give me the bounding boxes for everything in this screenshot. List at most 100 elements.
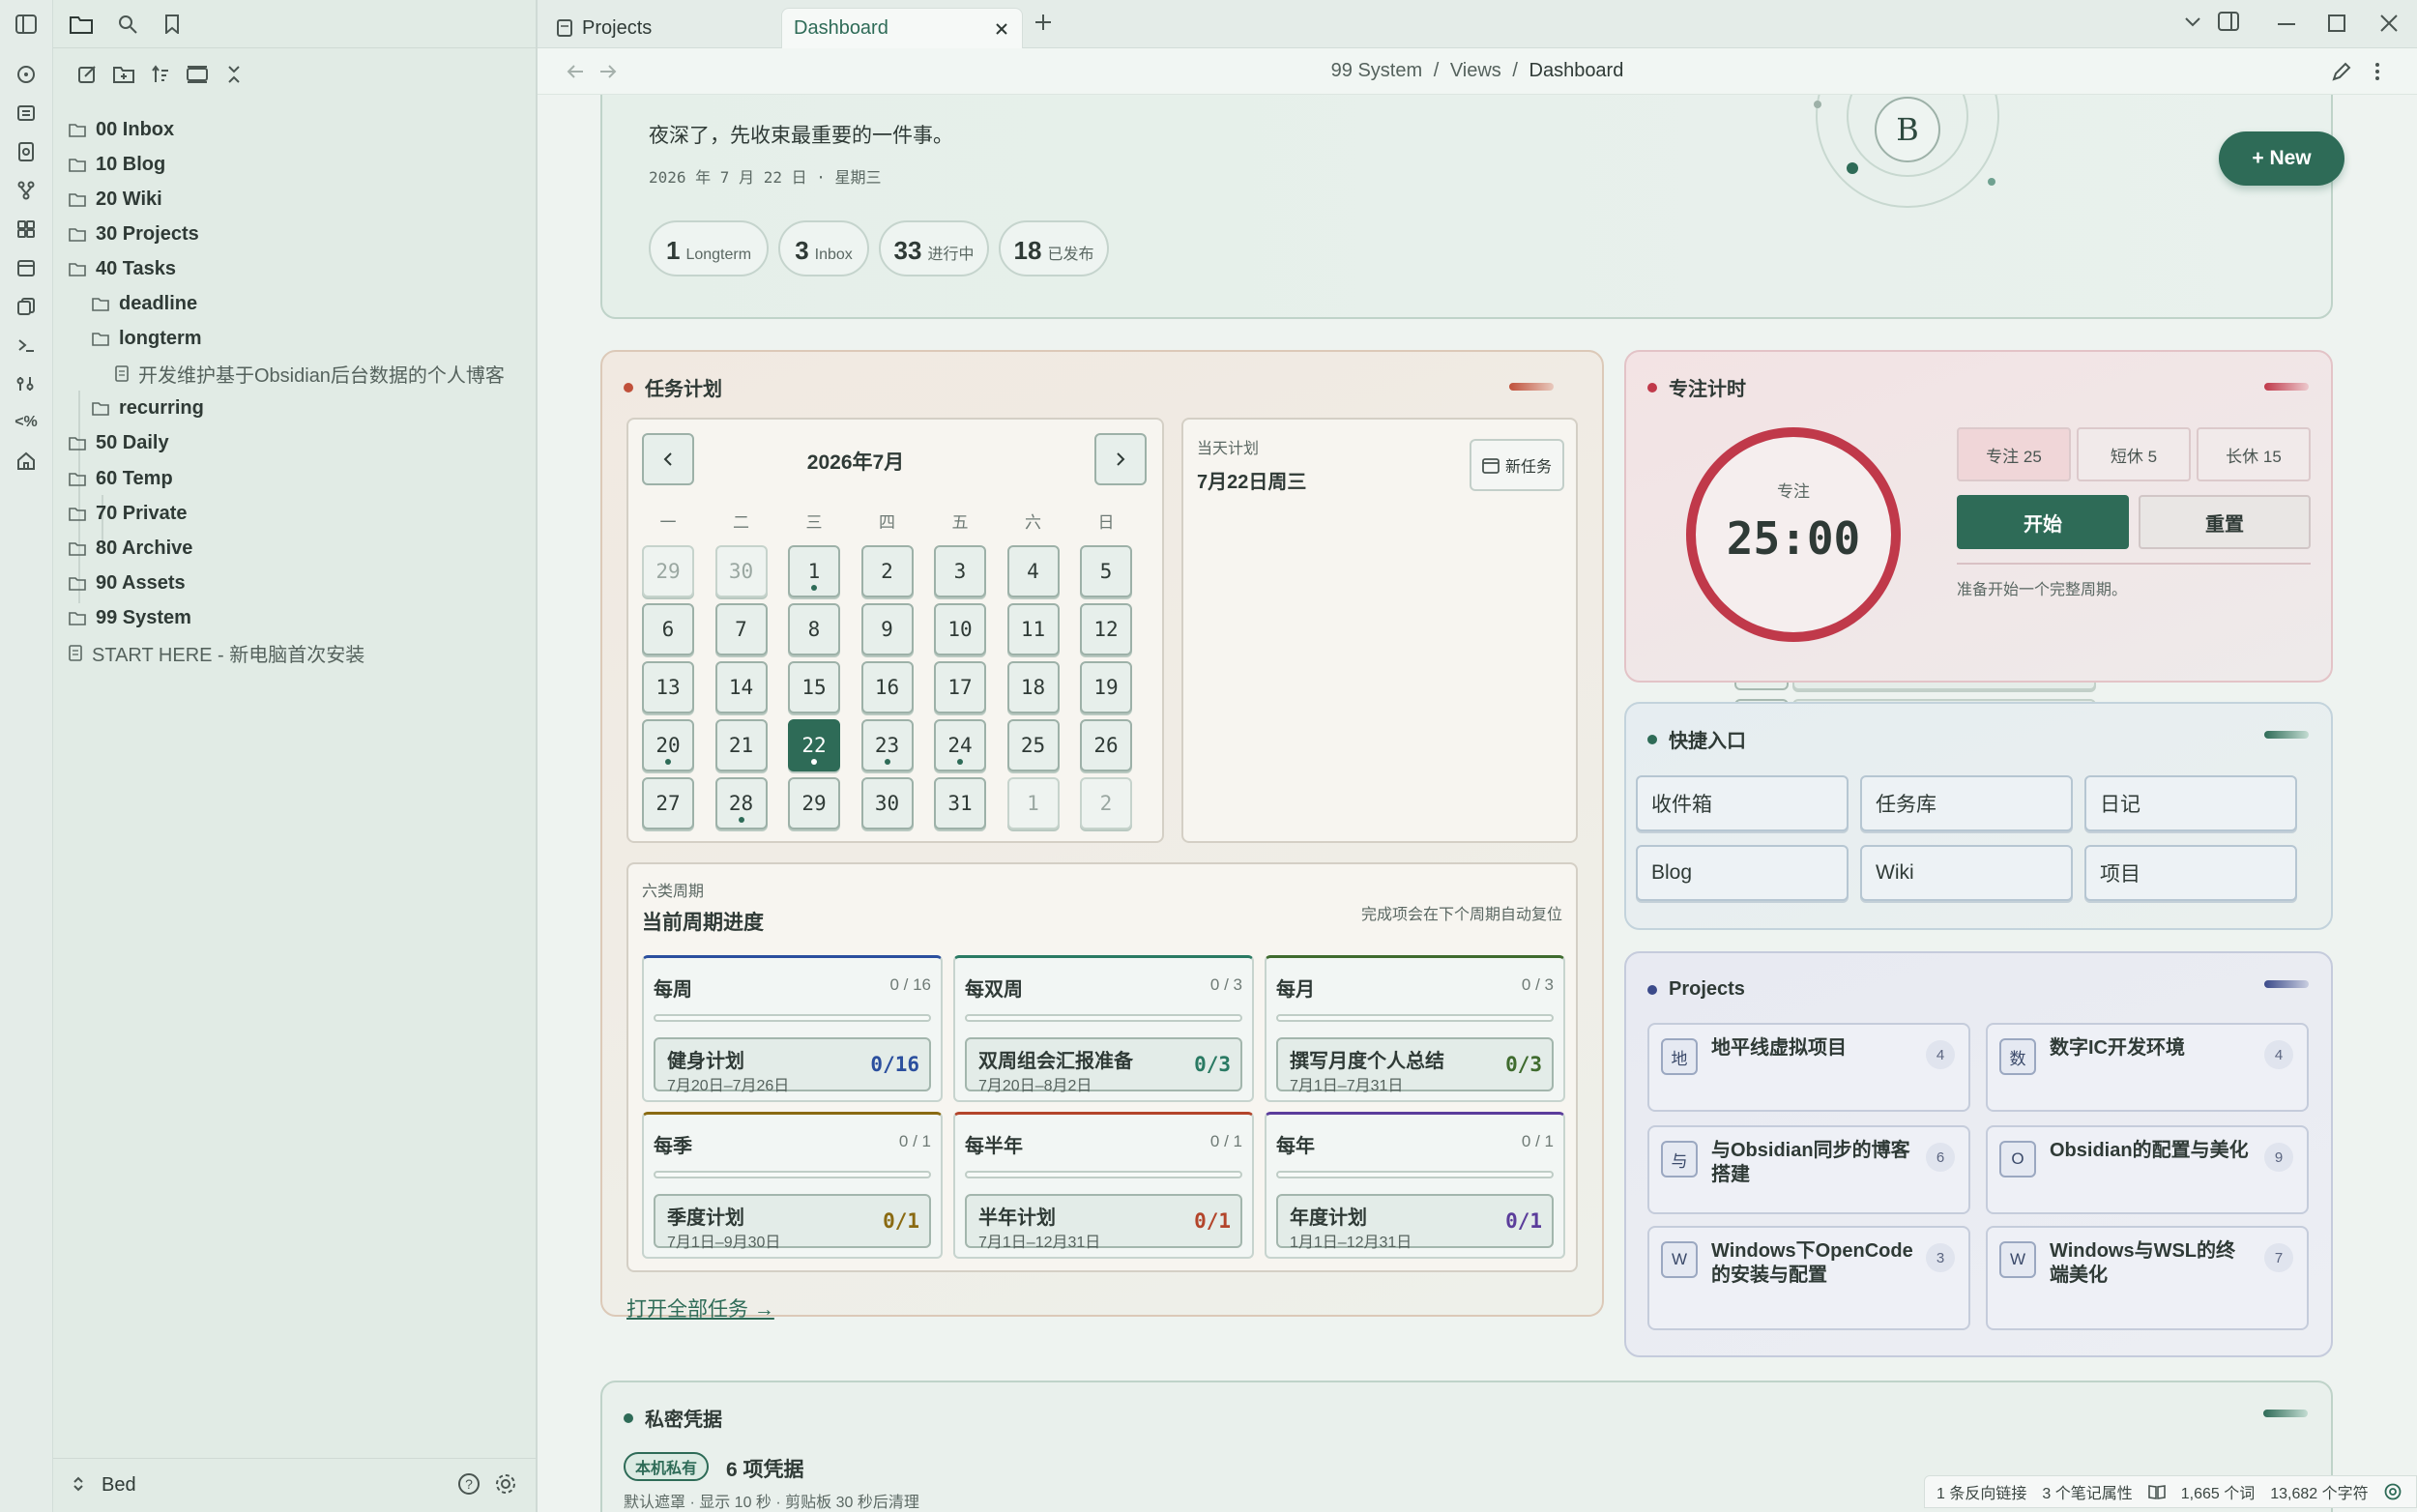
calendar-day[interactable]: 20 bbox=[642, 719, 694, 771]
tree-item-folder[interactable]: longterm bbox=[92, 320, 202, 359]
calendar-day[interactable]: 19 bbox=[1080, 661, 1132, 713]
quick-link[interactable]: 日记 bbox=[2084, 775, 2297, 831]
new-folder-icon[interactable] bbox=[109, 60, 138, 89]
calendar-day[interactable]: 13 bbox=[642, 661, 694, 713]
calendar-day[interactable]: 7 bbox=[714, 603, 768, 655]
file-search-icon[interactable] bbox=[14, 139, 39, 164]
template-icon[interactable]: <% bbox=[14, 410, 39, 435]
sync-status-icon[interactable] bbox=[2384, 1483, 2402, 1500]
calendar-day[interactable]: 17 bbox=[934, 661, 986, 713]
calendar-day[interactable]: 29 bbox=[788, 777, 840, 829]
close-window-icon[interactable] bbox=[2380, 15, 2398, 32]
tree-item-folder[interactable]: 80 Archive bbox=[69, 529, 192, 567]
calendar-day[interactable]: 14 bbox=[714, 661, 768, 713]
calendar-day[interactable]: 25 bbox=[1006, 719, 1060, 771]
calendar-day[interactable]: 9 bbox=[860, 603, 914, 655]
quick-link[interactable]: Wiki bbox=[1860, 845, 2073, 901]
new-tab-icon[interactable] bbox=[1034, 14, 1052, 31]
new-button[interactable]: + New bbox=[2219, 131, 2344, 186]
bookmark-icon[interactable] bbox=[158, 10, 187, 39]
calendar-day[interactable]: 2 bbox=[1080, 777, 1132, 829]
vault-switcher[interactable]: Bed ? bbox=[53, 1458, 538, 1512]
tree-item-folder[interactable]: 00 Inbox bbox=[69, 110, 174, 149]
sort-icon[interactable] bbox=[146, 60, 175, 89]
calendar-day[interactable]: 29 bbox=[642, 545, 694, 597]
book-icon[interactable] bbox=[2147, 1484, 2166, 1499]
stat-pill[interactable]: 1 Longterm bbox=[649, 220, 769, 276]
card-menu-handle[interactable] bbox=[1509, 383, 1554, 391]
tab-dashboard[interactable]: Dashboard bbox=[781, 8, 1023, 48]
calendar-day[interactable]: 30 bbox=[714, 545, 768, 597]
auto-reveal-icon[interactable] bbox=[183, 60, 212, 89]
tree-item-folder[interactable]: recurring bbox=[92, 390, 204, 428]
calendar-day[interactable]: 18 bbox=[1006, 661, 1060, 713]
tree-item-folder[interactable]: 70 Private bbox=[69, 494, 188, 533]
tree-item-folder[interactable]: 10 Blog bbox=[69, 145, 165, 184]
git-branch-icon[interactable] bbox=[14, 178, 39, 203]
project-item[interactable]: 地地平线虚拟项目 4 bbox=[1647, 1023, 1970, 1112]
calendar-day[interactable]: 4 bbox=[1006, 545, 1060, 597]
sliders-icon[interactable] bbox=[14, 371, 39, 396]
tab-list-chevron-icon[interactable] bbox=[2185, 17, 2200, 27]
quick-link[interactable]: Blog bbox=[1636, 845, 1849, 901]
tree-item-file[interactable]: 开发维护基于Obsidian后台数据的个人博客 bbox=[115, 355, 505, 393]
tree-item-folder[interactable]: 20 Wiki bbox=[69, 180, 162, 218]
calendar-icon[interactable] bbox=[14, 255, 39, 280]
stat-pill[interactable]: 33 进行中 bbox=[879, 220, 989, 276]
calendar-day[interactable]: 2 bbox=[860, 545, 914, 597]
tab-projects[interactable]: Projects bbox=[545, 8, 781, 48]
project-item[interactable]: W Windows下OpenCode的安装与配置 3 bbox=[1647, 1226, 1970, 1330]
quick-link[interactable]: 收件箱 bbox=[1636, 775, 1849, 831]
period-task[interactable]: 健身计划 7月20日–7月26日 0/16 bbox=[654, 1037, 931, 1094]
calendar-day[interactable]: 30 bbox=[860, 777, 914, 829]
quick-link[interactable]: 任务库 bbox=[1860, 775, 2073, 831]
breadcrumb-views[interactable]: Views bbox=[1450, 60, 1501, 81]
project-item[interactable]: 数数字IC开发环境 4 bbox=[1986, 1023, 2309, 1112]
terminal-icon[interactable] bbox=[14, 333, 39, 358]
stat-pill[interactable]: 3 Inbox bbox=[778, 220, 869, 276]
properties-count[interactable]: 3 个笔记属性 bbox=[2042, 1480, 2132, 1503]
tree-item-folder[interactable]: deadline bbox=[92, 285, 197, 324]
calendar-day[interactable]: 6 bbox=[642, 603, 694, 655]
calendar-day[interactable]: 22 bbox=[788, 719, 840, 771]
calendar-day[interactable]: 31 bbox=[934, 777, 986, 829]
home-icon[interactable] bbox=[14, 449, 39, 474]
avatar[interactable]: B bbox=[1875, 97, 1940, 162]
dashboard-icon[interactable] bbox=[14, 217, 39, 242]
calendar-day[interactable]: 1 bbox=[1006, 777, 1060, 829]
calendar-day[interactable]: 10 bbox=[934, 603, 986, 655]
calendar-day[interactable]: 26 bbox=[1080, 719, 1132, 771]
period-task[interactable]: 年度计划 1月1日–12月31日 0/1 bbox=[1276, 1194, 1554, 1251]
period-task[interactable]: 撰写月度个人总结 7月1日–7月31日 0/3 bbox=[1276, 1037, 1554, 1094]
new-task-button[interactable]: 新任务 bbox=[1470, 439, 1564, 491]
breadcrumb-dashboard[interactable]: Dashboard bbox=[1529, 60, 1624, 81]
prev-month-button[interactable] bbox=[642, 433, 694, 485]
calendar-day[interactable]: 16 bbox=[860, 661, 914, 713]
graph-icon[interactable] bbox=[14, 62, 39, 87]
start-button[interactable]: 开始 bbox=[1957, 495, 2129, 549]
copy-icon[interactable] bbox=[14, 294, 39, 319]
calendar-day[interactable]: 27 bbox=[642, 777, 694, 829]
tree-item-folder[interactable]: 50 Daily bbox=[69, 424, 169, 463]
tree-item-folder[interactable]: 60 Temp bbox=[69, 459, 173, 498]
close-tab-icon[interactable] bbox=[995, 22, 1008, 36]
calendar-day[interactable]: 11 bbox=[1006, 603, 1060, 655]
backlinks-count[interactable]: 1 条反向链接 bbox=[1937, 1480, 2026, 1503]
new-note-icon[interactable] bbox=[73, 60, 102, 89]
period-task[interactable]: 双周组会汇报准备 7月20日–8月2日 0/3 bbox=[965, 1037, 1242, 1094]
focus-mode-button[interactable]: 短休 5 bbox=[2077, 427, 2191, 481]
project-item[interactable]: O Obsidian的配置与美化 9 bbox=[1986, 1125, 2309, 1214]
calendar-day[interactable]: 28 bbox=[714, 777, 768, 829]
calendar-day[interactable]: 3 bbox=[934, 545, 986, 597]
tree-item-folder[interactable]: 30 Projects bbox=[69, 215, 199, 253]
tree-item-file[interactable]: START HERE - 新电脑首次安装 bbox=[69, 634, 364, 673]
project-item[interactable]: W Windows与WSL的终端美化 7 bbox=[1986, 1226, 2309, 1330]
maximize-icon[interactable] bbox=[2328, 15, 2345, 32]
right-sidebar-toggle-icon[interactable] bbox=[2218, 12, 2239, 31]
tree-item-folder[interactable]: 90 Assets bbox=[69, 564, 186, 602]
calendar-day[interactable]: 24 bbox=[934, 719, 986, 771]
calendar-day[interactable]: 8 bbox=[788, 603, 840, 655]
calendar-day[interactable]: 5 bbox=[1080, 545, 1132, 597]
minimize-icon[interactable] bbox=[2278, 23, 2295, 25]
period-task[interactable]: 季度计划 7月1日–9月30日 0/1 bbox=[654, 1194, 931, 1251]
